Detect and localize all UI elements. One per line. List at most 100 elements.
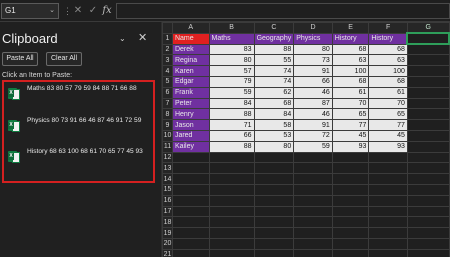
cell-a20[interactable] (171, 237, 210, 250)
cell-b19[interactable] (208, 227, 255, 239)
cell-a2[interactable]: Derek (171, 43, 210, 56)
cell-a11[interactable]: Kailey (171, 140, 210, 153)
cell-a16[interactable] (171, 194, 210, 207)
cell-b18[interactable] (208, 216, 255, 229)
cell-c19[interactable] (253, 227, 295, 239)
cell-f17[interactable] (368, 205, 408, 218)
cancel-icon[interactable]: ✕ (72, 3, 84, 19)
cell-g17[interactable] (406, 205, 450, 218)
cell-e9[interactable]: 77 (331, 119, 370, 131)
clear-all-button[interactable]: Clear All (46, 52, 82, 66)
cell-b16[interactable] (208, 194, 255, 207)
cell-b4[interactable]: 57 (208, 65, 255, 77)
cell-g5[interactable] (406, 75, 450, 88)
cell-f16[interactable] (368, 194, 408, 207)
cell-e2[interactable]: 68 (331, 43, 370, 56)
chevron-down-icon[interactable]: ⌄ (119, 34, 126, 43)
cell-b6[interactable]: 59 (208, 86, 255, 99)
cell-e15[interactable] (331, 183, 370, 196)
cell-d12[interactable] (293, 151, 333, 164)
cell-a9[interactable]: Jason (171, 119, 210, 131)
cell-b14[interactable] (208, 173, 255, 185)
cell-d1[interactable]: Physics (293, 32, 333, 45)
cell-a15[interactable] (171, 183, 210, 196)
cell-a21[interactable] (171, 248, 210, 257)
row-header[interactable]: 5 (162, 75, 173, 88)
cell-e8[interactable]: 65 (331, 108, 370, 121)
row-header[interactable]: 3 (162, 54, 173, 67)
cell-e14[interactable] (331, 173, 370, 185)
column-header-e[interactable]: E (331, 22, 370, 34)
cell-f8[interactable]: 65 (368, 108, 408, 121)
row-header[interactable]: 13 (162, 162, 173, 175)
row-header[interactable]: 8 (162, 108, 173, 121)
row-header[interactable]: 19 (162, 227, 173, 239)
cell-g16[interactable] (406, 194, 450, 207)
cell-a14[interactable] (171, 173, 210, 185)
insert-function-icon[interactable]: fx (101, 3, 113, 19)
cell-a10[interactable]: Jared (171, 129, 210, 142)
cell-e4[interactable]: 100 (331, 65, 370, 77)
cell-e12[interactable] (331, 151, 370, 164)
cell-b10[interactable]: 66 (208, 129, 255, 142)
cell-c7[interactable]: 68 (253, 97, 295, 110)
cell-f15[interactable] (368, 183, 408, 196)
cell-a12[interactable] (171, 151, 210, 164)
cell-g14[interactable] (406, 173, 450, 185)
cell-f6[interactable]: 61 (368, 86, 408, 99)
cell-d5[interactable]: 66 (293, 75, 333, 88)
row-header[interactable]: 20 (162, 237, 173, 250)
cell-e16[interactable] (331, 194, 370, 207)
cell-d10[interactable]: 72 (293, 129, 333, 142)
cell-c11[interactable]: 80 (253, 140, 295, 153)
cell-c2[interactable]: 88 (253, 43, 295, 56)
cell-g21[interactable] (406, 248, 450, 257)
cell-f2[interactable]: 68 (368, 43, 408, 56)
cell-g2[interactable] (406, 43, 450, 56)
cell-a8[interactable]: Henry (171, 108, 210, 121)
row-header[interactable]: 10 (162, 129, 173, 142)
cell-b2[interactable]: 83 (208, 43, 255, 56)
cell-e6[interactable]: 61 (331, 86, 370, 99)
cell-d14[interactable] (293, 173, 333, 185)
cell-f21[interactable] (368, 248, 408, 257)
cell-b15[interactable] (208, 183, 255, 196)
cell-a13[interactable] (171, 162, 210, 175)
cell-g12[interactable] (406, 151, 450, 164)
cell-f1[interactable]: History (368, 32, 408, 45)
cell-f9[interactable]: 77 (368, 119, 408, 131)
cell-c15[interactable] (253, 183, 295, 196)
cell-e17[interactable] (331, 205, 370, 218)
column-header-b[interactable]: B (208, 22, 255, 34)
cell-e3[interactable]: 63 (331, 54, 370, 67)
row-header[interactable]: 7 (162, 97, 173, 110)
cell-f19[interactable] (368, 227, 408, 239)
cell-g8[interactable] (406, 108, 450, 121)
row-header[interactable]: 14 (162, 173, 173, 185)
row-header[interactable]: 11 (162, 140, 173, 153)
cell-g9[interactable] (406, 119, 450, 131)
cell-c6[interactable]: 62 (253, 86, 295, 99)
cell-g13[interactable] (406, 162, 450, 175)
cell-g3[interactable] (406, 54, 450, 67)
name-box[interactable]: G1 ⌄ (1, 3, 59, 19)
cell-c1[interactable]: Geography (253, 32, 295, 45)
cell-a5[interactable]: Edgar (171, 75, 210, 88)
enter-icon[interactable]: ✓ (87, 3, 99, 19)
cell-b9[interactable]: 71 (208, 119, 255, 131)
cell-f20[interactable] (368, 237, 408, 250)
paste-all-button[interactable]: Paste All (2, 52, 38, 66)
row-header[interactable]: 4 (162, 65, 173, 77)
chevron-down-icon[interactable]: ⌄ (49, 4, 55, 18)
cell-f3[interactable]: 63 (368, 54, 408, 67)
cell-d7[interactable]: 87 (293, 97, 333, 110)
cell-f18[interactable] (368, 216, 408, 229)
cell-d18[interactable] (293, 216, 333, 229)
cell-d16[interactable] (293, 194, 333, 207)
cell-d15[interactable] (293, 183, 333, 196)
cell-c10[interactable]: 53 (253, 129, 295, 142)
row-header[interactable]: 12 (162, 151, 173, 164)
column-header-g[interactable]: G (406, 22, 450, 35)
cell-d8[interactable]: 46 (293, 108, 333, 121)
cell-b3[interactable]: 80 (208, 54, 255, 67)
